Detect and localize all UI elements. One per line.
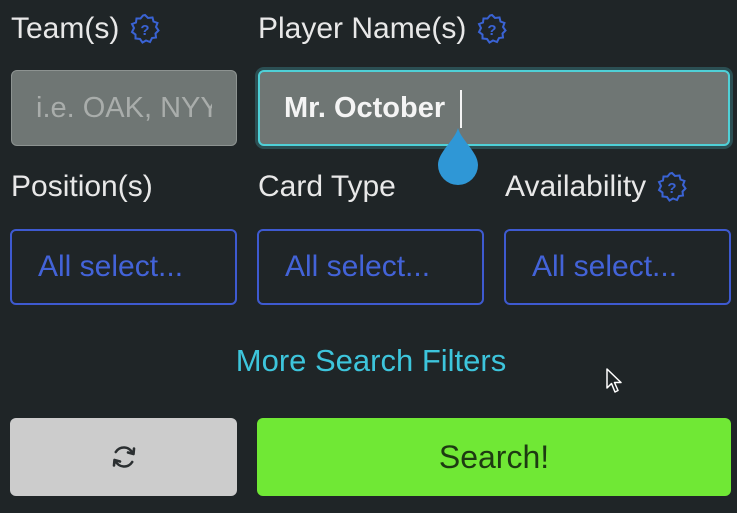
availability-label: Availability ?	[505, 170, 688, 204]
position-label: Position(s)	[11, 170, 153, 204]
availability-select[interactable]: All select...	[504, 229, 731, 305]
teams-label: Team(s) ?	[11, 12, 161, 46]
availability-select-value: All select...	[532, 250, 678, 283]
text-selection-handle-icon[interactable]	[437, 128, 479, 186]
svg-text:?: ?	[668, 180, 677, 197]
players-label: Player Name(s) ?	[258, 12, 508, 46]
availability-label-text: Availability	[505, 170, 647, 203]
position-select-value: All select...	[38, 250, 184, 283]
question-circle-icon[interactable]: ?	[656, 171, 688, 203]
card-type-select[interactable]: All select...	[257, 229, 484, 305]
card-type-label: Card Type	[258, 170, 396, 204]
text-cursor	[460, 90, 462, 128]
svg-text:?: ?	[141, 22, 150, 39]
position-label-text: Position(s)	[11, 170, 153, 203]
refresh-icon	[112, 446, 135, 468]
teams-input[interactable]	[11, 70, 237, 146]
question-circle-icon[interactable]: ?	[476, 13, 508, 45]
card-type-select-value: All select...	[285, 250, 431, 283]
question-circle-icon[interactable]: ?	[129, 13, 161, 45]
player-name-input[interactable]	[258, 70, 730, 146]
players-label-text: Player Name(s)	[258, 12, 467, 45]
position-select[interactable]: All select...	[10, 229, 237, 305]
mouse-pointer-icon	[606, 368, 622, 393]
more-search-filters-link[interactable]: More Search Filters	[0, 343, 737, 379]
search-button[interactable]: Search!	[257, 418, 731, 496]
card-type-label-text: Card Type	[258, 170, 396, 203]
reset-button[interactable]	[10, 418, 237, 496]
svg-text:?: ?	[488, 22, 497, 39]
teams-label-text: Team(s)	[11, 12, 120, 45]
